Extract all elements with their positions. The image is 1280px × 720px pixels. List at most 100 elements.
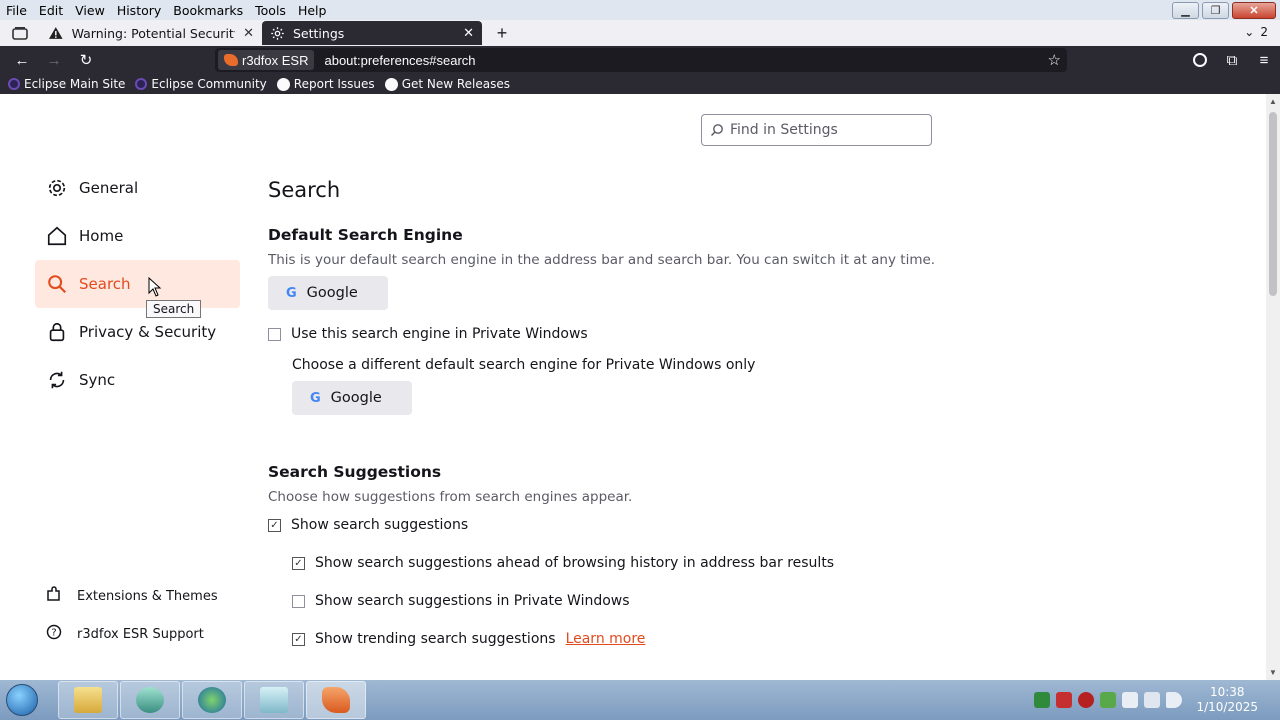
- window-controls: ▁ ❐ ✕: [1172, 2, 1276, 19]
- tray-search-icon[interactable]: [1078, 692, 1095, 708]
- tray-app-icon[interactable]: [1034, 692, 1051, 708]
- account-button[interactable]: [1184, 46, 1216, 74]
- close-window-button[interactable]: ✕: [1232, 2, 1276, 19]
- category-label: Search: [79, 275, 131, 293]
- support-link[interactable]: ? r3dfox ESR Support: [45, 615, 218, 653]
- all-tabs-button[interactable]: ⌄ 2: [1244, 25, 1268, 39]
- scroll-thumb[interactable]: [1269, 112, 1277, 296]
- menu-history[interactable]: History: [111, 3, 167, 18]
- identity-box[interactable]: r3dfox ESR: [218, 50, 315, 70]
- default-engine-select[interactable]: G Google: [268, 276, 388, 310]
- bookmark-eclipse-main[interactable]: Eclipse Main Site: [8, 77, 125, 91]
- tray-update-icon[interactable]: [1100, 692, 1117, 708]
- category-label: Privacy & Security: [79, 323, 217, 341]
- back-button[interactable]: ←: [6, 46, 38, 74]
- search-icon: [710, 124, 723, 137]
- start-button[interactable]: [0, 680, 44, 720]
- bookmark-eclipse-community[interactable]: Eclipse Community: [135, 77, 267, 91]
- volume-icon[interactable]: [1166, 692, 1183, 708]
- restore-icon: ❐: [1210, 5, 1221, 17]
- browser-logo-icon: [322, 687, 350, 713]
- minimize-button[interactable]: ▁: [1172, 2, 1199, 19]
- tab-close-button[interactable]: ✕: [243, 26, 254, 41]
- network-icon[interactable]: [1144, 692, 1161, 708]
- category-general[interactable]: General: [35, 164, 240, 212]
- warning-icon: [48, 27, 63, 39]
- close-icon: ✕: [1249, 5, 1259, 17]
- bookmark-report-issues[interactable]: Report Issues: [276, 77, 375, 91]
- menu-file[interactable]: File: [0, 3, 33, 18]
- tooltip: Search: [146, 300, 202, 318]
- checkbox-label: Show search suggestions: [291, 517, 469, 533]
- forward-button[interactable]: →: [38, 46, 70, 74]
- menu-edit[interactable]: Edit: [33, 3, 69, 18]
- tab-list-button[interactable]: [0, 20, 40, 46]
- back-arrow-icon: ←: [14, 51, 30, 69]
- page-scrollbar[interactable]: ▲ ▼: [1266, 94, 1280, 680]
- taskbar-app-dragon[interactable]: [120, 681, 180, 719]
- hamburger-icon: ≡: [1259, 51, 1269, 69]
- scroll-down-icon[interactable]: ▼: [1269, 668, 1277, 677]
- checkbox-label: Show search suggestions ahead of browsin…: [315, 555, 835, 571]
- new-tab-button[interactable]: +: [488, 21, 516, 45]
- private-engine-select[interactable]: G Google: [292, 381, 412, 415]
- engine-name: Google: [330, 390, 382, 406]
- navigation-toolbar: ← → ↻ r3dfox ESR about:preferences#searc…: [0, 46, 1280, 74]
- menu-tools[interactable]: Tools: [249, 3, 292, 18]
- forward-arrow-icon: →: [46, 51, 62, 69]
- bookmark-get-new-releases[interactable]: Get New Releases: [384, 77, 510, 91]
- suggestion-subgroup: ✓ Show search suggestions ahead of brows…: [268, 551, 968, 651]
- find-in-settings-input[interactable]: Find in Settings: [701, 114, 932, 146]
- tray-cancel-icon[interactable]: [1056, 692, 1073, 708]
- suggestions-description: Choose how suggestions from search engin…: [268, 489, 633, 505]
- restore-button[interactable]: ❐: [1202, 2, 1229, 19]
- globe-icon: [198, 687, 226, 713]
- reload-button[interactable]: ↻: [70, 46, 102, 74]
- eclipse-icon: [8, 78, 20, 90]
- tab-settings[interactable]: Settings ✕: [262, 21, 482, 45]
- suggestions-ahead-checkbox[interactable]: ✓: [292, 556, 305, 570]
- system-clock[interactable]: 10:38 1/10/2025: [1196, 685, 1258, 715]
- url-text[interactable]: about:preferences#search: [324, 53, 475, 68]
- category-privacy[interactable]: Privacy & Security: [35, 308, 240, 356]
- show-suggestions-checkbox[interactable]: ✓: [268, 518, 281, 532]
- taskbar-app-notes[interactable]: [244, 681, 304, 719]
- suggestions-heading: Search Suggestions: [268, 463, 442, 481]
- checkbox-label: Use this search engine in Private Window…: [291, 326, 588, 342]
- gear-icon: [271, 26, 284, 40]
- extensions-themes-link[interactable]: Extensions & Themes: [45, 577, 218, 615]
- folder-icon: [74, 687, 102, 713]
- category-label: General: [79, 179, 139, 197]
- taskbar-app-browser[interactable]: [306, 681, 366, 719]
- bookmark-label: Eclipse Community: [151, 77, 267, 91]
- taskbar-explorer[interactable]: [58, 681, 118, 719]
- learn-more-link[interactable]: Learn more: [566, 631, 646, 647]
- trending-suggestions-checkbox[interactable]: ✓: [292, 632, 305, 646]
- app-menu-button[interactable]: ≡: [1248, 46, 1280, 74]
- google-icon: G: [310, 390, 321, 406]
- extensions-button[interactable]: ⧉: [1216, 46, 1248, 74]
- tab-close-button[interactable]: ✕: [463, 26, 474, 41]
- menu-view[interactable]: View: [69, 3, 111, 18]
- url-bar[interactable]: r3dfox ESR about:preferences#search ☆: [215, 48, 1067, 72]
- category-search[interactable]: Search: [35, 260, 240, 308]
- category-sync[interactable]: Sync: [35, 356, 240, 404]
- private-suggestions-checkbox[interactable]: [292, 594, 305, 608]
- clock-time: 10:38: [1209, 685, 1245, 699]
- scroll-up-icon[interactable]: ▲: [1269, 97, 1277, 106]
- category-sidebar: General Home Search Privacy & Security S…: [35, 164, 240, 404]
- private-engine-checkbox[interactable]: [268, 327, 281, 341]
- taskbar-app-globe[interactable]: [182, 681, 242, 719]
- bookmark-star-icon[interactable]: ☆: [1048, 51, 1061, 69]
- preferences-page: Find in Settings General Home Search Pri…: [0, 94, 1266, 680]
- category-home[interactable]: Home: [35, 212, 240, 260]
- eclipse-icon: [135, 78, 148, 90]
- action-center-flag-icon[interactable]: [1122, 692, 1139, 708]
- plus-icon: +: [496, 22, 508, 43]
- menu-bar: File Edit View History Bookmarks Tools H…: [0, 0, 1280, 20]
- menu-bookmarks[interactable]: Bookmarks: [167, 3, 249, 18]
- github-icon: [384, 77, 398, 91]
- private-engine-desc: Choose a different default search engine…: [292, 357, 756, 373]
- menu-help[interactable]: Help: [292, 3, 333, 18]
- tab-security-warning[interactable]: Warning: Potential Security Risk Ahead ✕: [40, 21, 262, 45]
